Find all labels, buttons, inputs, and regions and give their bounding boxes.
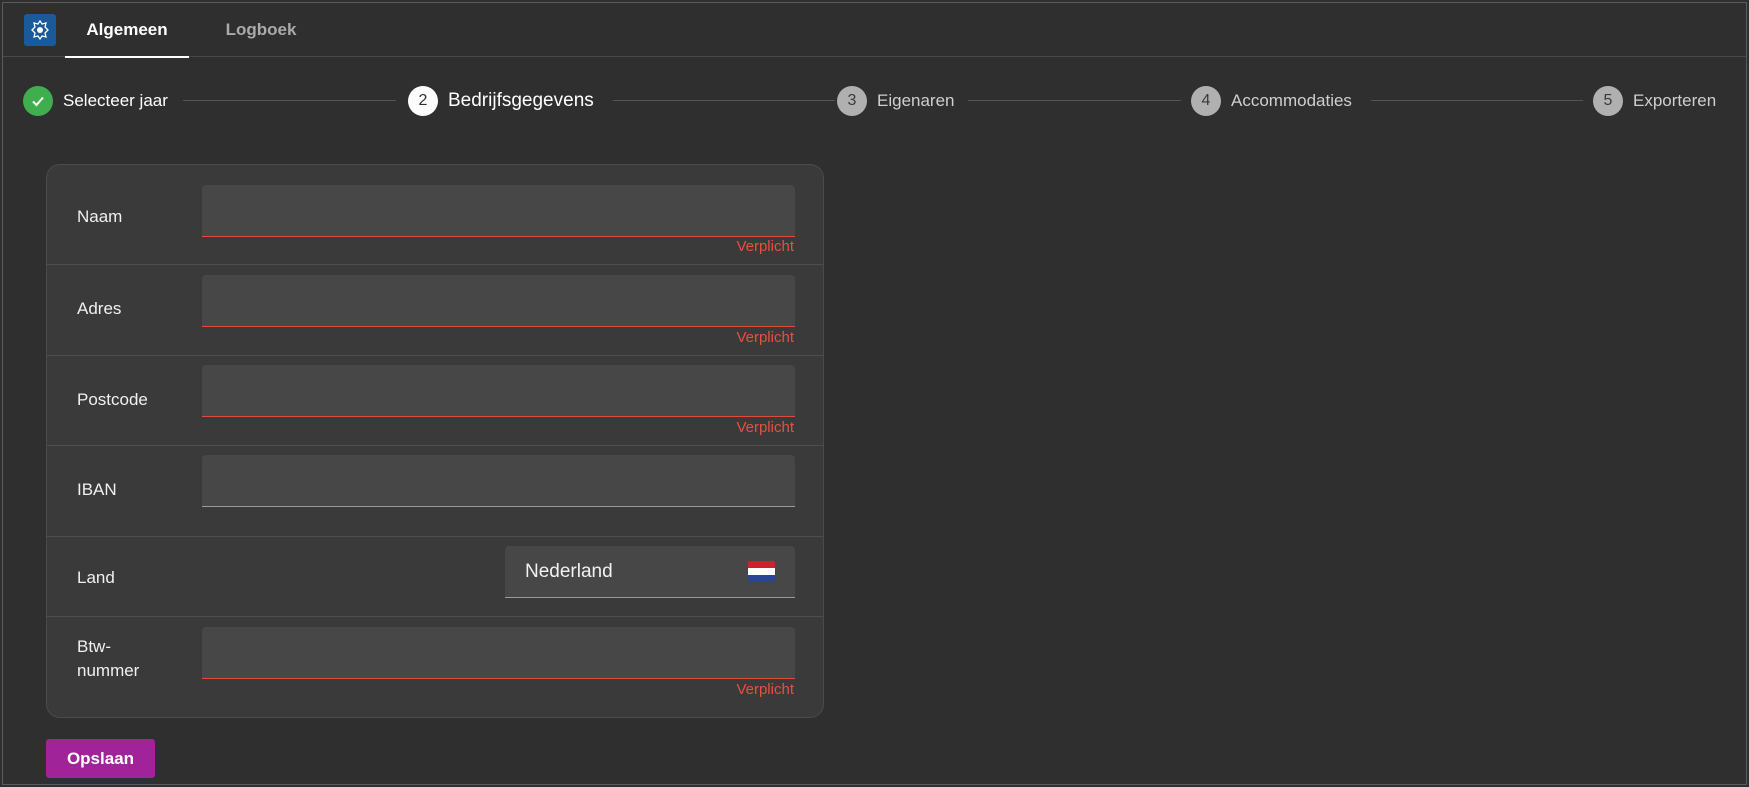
country-select[interactable]: Nederland bbox=[505, 546, 795, 598]
postcode-label: Postcode bbox=[77, 390, 148, 409]
step-accommodaties[interactable]: 4 Accommodaties bbox=[1191, 83, 1352, 119]
step-eigenaren[interactable]: 3 Eigenaren bbox=[837, 83, 955, 119]
company-details-form: Naam Verplicht Adres Verplicht Postcode … bbox=[46, 164, 824, 718]
form-row-adres: Adres Verplicht bbox=[47, 265, 823, 356]
step-connector bbox=[968, 100, 1181, 101]
land-label: Land bbox=[77, 568, 115, 587]
step-connector bbox=[1371, 100, 1583, 101]
postcode-required-hint: Verplicht bbox=[736, 419, 794, 436]
tab-logboek-label: Logboek bbox=[225, 20, 297, 39]
step-selecteer-jaar[interactable]: Selecteer jaar bbox=[23, 83, 168, 119]
step-label: Eigenaren bbox=[877, 91, 955, 110]
form-row-naam: Naam Verplicht bbox=[47, 165, 823, 265]
step-number: 4 bbox=[1191, 86, 1221, 116]
form-row-btw-nummer: Btw- nummer Verplicht bbox=[47, 617, 823, 717]
step-label: Selecteer jaar bbox=[63, 91, 168, 110]
check-icon bbox=[23, 86, 53, 116]
step-number: 2 bbox=[408, 86, 438, 116]
form-row-iban: IBAN bbox=[47, 446, 823, 537]
btw-nummer-required-hint: Verplicht bbox=[736, 681, 794, 698]
adres-input[interactable] bbox=[202, 275, 795, 327]
tab-algemeen[interactable]: Algemeen bbox=[65, 3, 189, 58]
naam-input[interactable] bbox=[202, 185, 795, 237]
btw-nummer-input[interactable] bbox=[202, 627, 795, 679]
top-navigation: Algemeen Logboek bbox=[3, 3, 1746, 58]
wizard-stepper: Selecteer jaar 2 Bedrijfsgegevens 3 Eige… bbox=[3, 83, 1746, 119]
save-button[interactable]: Opslaan bbox=[46, 739, 155, 778]
step-bedrijfsgegevens[interactable]: 2 Bedrijfsgegevens bbox=[408, 83, 594, 119]
tab-active-indicator bbox=[65, 56, 189, 58]
step-label: Exporteren bbox=[1633, 91, 1717, 110]
step-number: 3 bbox=[837, 86, 867, 116]
btw-nummer-label: Btw- nummer bbox=[77, 637, 140, 680]
step-connector bbox=[613, 100, 835, 101]
tab-logboek[interactable]: Logboek bbox=[211, 3, 311, 57]
tab-algemeen-label: Algemeen bbox=[86, 20, 168, 39]
country-select-value: Nederland bbox=[525, 560, 613, 582]
form-row-land: Land Nederland bbox=[47, 537, 823, 617]
adres-required-hint: Verplicht bbox=[736, 329, 794, 346]
app-window: Algemeen Logboek Selecteer jaar 2 Bedrij… bbox=[2, 2, 1747, 785]
netherlands-flag-icon bbox=[748, 561, 775, 582]
step-connector bbox=[183, 100, 396, 101]
adres-label: Adres bbox=[77, 299, 122, 318]
iban-input[interactable] bbox=[202, 455, 795, 507]
naam-label: Naam bbox=[77, 207, 123, 226]
step-number: 5 bbox=[1593, 86, 1623, 116]
step-label: Accommodaties bbox=[1231, 91, 1352, 110]
iban-label: IBAN bbox=[77, 480, 117, 499]
naam-required-hint: Verplicht bbox=[736, 238, 794, 255]
crest-icon bbox=[24, 14, 56, 46]
step-exporteren[interactable]: 5 Exporteren bbox=[1593, 83, 1716, 119]
postcode-input[interactable] bbox=[202, 365, 795, 417]
step-label: Bedrijfsgegevens bbox=[448, 90, 594, 111]
form-row-postcode: Postcode Verplicht bbox=[47, 356, 823, 446]
